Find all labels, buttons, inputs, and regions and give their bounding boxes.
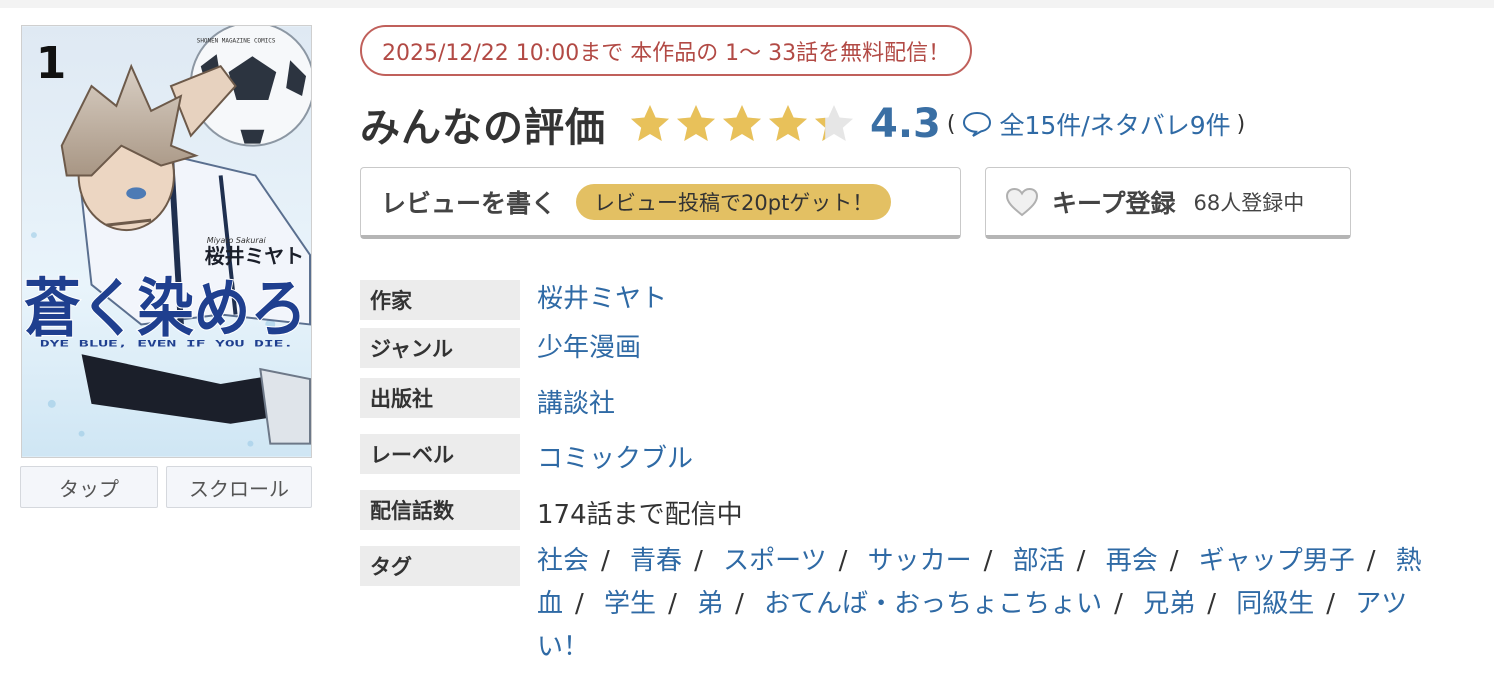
tag-separator: / <box>668 589 677 619</box>
tag-link[interactable]: 学生 <box>604 589 656 619</box>
tag-separator: / <box>838 546 848 576</box>
rating-title: みんなの評価 <box>360 105 606 151</box>
speech-bubble-icon <box>963 111 992 137</box>
tag-link[interactable]: 青春 <box>630 546 682 576</box>
tag-separator: / <box>694 546 703 576</box>
label-value: コミックブル <box>537 438 693 475</box>
tap-mode-button[interactable]: タップ <box>20 466 158 508</box>
publisher-value: 講談社 <box>537 383 615 420</box>
scroll-mode-button[interactable]: スクロール <box>166 466 312 508</box>
free-campaign-badge: 2025/12/22 10:00まで 本作品の 1〜 33話を無料配信！ <box>360 25 973 76</box>
publisher-link[interactable]: 講談社 <box>537 389 615 419</box>
tag-list: 社会 / 青春 / スポーツ / サッカー / 部活 / 再会 / ギャップ男子 / 熱血 / … <box>537 540 1437 669</box>
tag-separator: / <box>983 546 993 576</box>
rating-score: 4.3 <box>870 101 941 147</box>
star-icon <box>677 105 715 141</box>
keep-button[interactable]: キープ登録 68人登録中 <box>985 167 1351 239</box>
tag-link[interactable]: おてんば・おっちょこちょい <box>764 589 1102 619</box>
tag-link[interactable]: 再会 <box>1106 546 1158 576</box>
genre-link[interactable]: 少年漫画 <box>537 333 641 363</box>
genre-label: ジャンル <box>360 328 520 368</box>
cover-subtitle-en: DYE BLUE, EVEN IF YOU DIE. <box>40 339 293 349</box>
star-icon <box>815 105 853 141</box>
publisher-label: 出版社 <box>360 378 520 418</box>
keep-count: 68人登録中 <box>1193 190 1305 215</box>
heart-icon <box>1005 187 1039 216</box>
book-cover[interactable]: 1 SHONEN MAGAZINE COMICS Miyato Sakurai … <box>21 25 312 458</box>
tag-link[interactable]: 弟 <box>697 589 723 619</box>
label-label: レーベル <box>360 434 520 474</box>
tag-separator: / <box>735 589 744 619</box>
campaign-text: 2025/12/22 10:00まで 本作品の 1〜 33話を無料配信！ <box>382 40 951 66</box>
tag-separator: / <box>1207 589 1216 619</box>
top-bar <box>0 0 1494 8</box>
tag-link[interactable]: 部活 <box>1013 546 1065 576</box>
cover-author-kana: 桜井ミヤト <box>205 245 304 268</box>
tag-link[interactable]: 社会 <box>537 546 589 576</box>
cover-magazine-line: SHONEN MAGAZINE COMICS <box>197 37 276 44</box>
keep-label: キープ登録 <box>1052 188 1176 218</box>
tag-separator: / <box>1326 589 1336 619</box>
episodes-value: 174話まで配信中 <box>537 500 743 530</box>
review-count-link[interactable]: 全15件/ネタバレ9件 <box>961 106 1231 142</box>
label-link[interactable]: コミックブル <box>537 444 693 474</box>
star-icon <box>769 105 807 141</box>
tag-link[interactable]: ギャップ男子 <box>1199 546 1355 576</box>
tag-separator: / <box>1076 546 1086 576</box>
star-icon <box>723 105 761 141</box>
cover-title-art: 蒼く染めろ <box>24 271 307 345</box>
tag-link[interactable]: サッカー <box>868 546 972 576</box>
tag-separator: / <box>1366 546 1376 576</box>
author-link[interactable]: 桜井ミヤト <box>537 284 667 314</box>
star-icon <box>631 105 669 141</box>
tag-separator: / <box>1114 589 1123 619</box>
cover-illustration: 1 SHONEN MAGAZINE COMICS Miyato Sakurai … <box>22 26 311 457</box>
paren-close: ) <box>1236 111 1246 137</box>
rating-row: みんなの評価 4.3 ( 全15件/ネタバレ9件 ) <box>360 94 1251 154</box>
author-label: 作家 <box>360 280 520 320</box>
rating-stars <box>628 102 858 146</box>
episodes-label: 配信話数 <box>360 490 520 530</box>
write-review-button[interactable]: レビューを書く レビュー投稿で20ptゲット！ <box>360 167 961 239</box>
tag-link[interactable]: 兄弟 <box>1143 589 1195 619</box>
tag-separator: / <box>601 546 610 576</box>
write-review-label: レビューを書く <box>381 188 557 218</box>
review-reward-badge: レビュー投稿で20ptゲット！ <box>576 183 892 220</box>
author-value: 桜井ミヤト <box>537 278 667 315</box>
paren-open: ( <box>946 111 956 137</box>
cover-volume-number: 1 <box>36 38 66 89</box>
genre-value: 少年漫画 <box>537 327 641 364</box>
tag-separator: / <box>1169 546 1179 576</box>
tag-link[interactable]: スポーツ <box>723 546 826 576</box>
tag-link[interactable]: 同級生 <box>1236 589 1314 619</box>
tag-separator: / <box>575 589 584 619</box>
tags-label: タグ <box>360 546 520 586</box>
review-count-text: 全15件/ネタバレ9件 <box>999 111 1231 140</box>
cover-author-romaji: Miyato Sakurai <box>207 236 267 245</box>
